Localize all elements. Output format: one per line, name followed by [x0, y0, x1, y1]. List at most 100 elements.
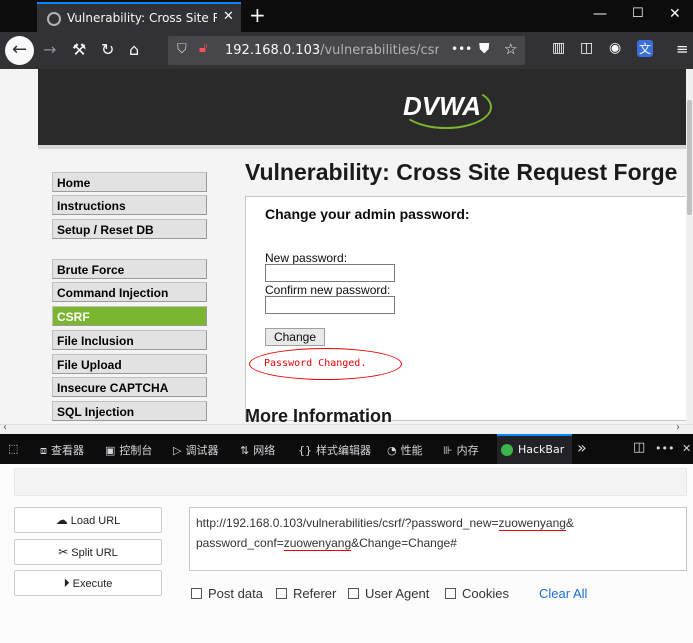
devtools-tab-memory[interactable]: ⊪ 内存 [443, 442, 479, 458]
dvwa-logo: DVWA [398, 83, 498, 133]
minimize-icon[interactable]: — [593, 6, 607, 22]
option-post-data[interactable]: Post data [191, 586, 263, 601]
reload-icon[interactable]: ↻ [101, 40, 114, 59]
menu-item-csrf[interactable]: CSRF [52, 306, 207, 326]
button-label: Split URL [71, 547, 118, 559]
navigation-toolbar: ← → ⚒ ↻ ⌂ ⛉ 🔓︎ 192.168.0.103/vulnerabili… [0, 32, 693, 69]
new-password-input[interactable] [265, 264, 395, 282]
memory-icon: ⊪ [443, 444, 453, 457]
clear-all-link[interactable]: Clear All [539, 586, 587, 601]
logo-text: DVWA [403, 91, 481, 121]
vertical-scroll-thumb[interactable] [687, 100, 692, 215]
translate-extension-icon[interactable]: 文 [637, 40, 654, 57]
split-url-button[interactable]: ✂ Split URL [14, 539, 162, 565]
checkbox[interactable] [348, 588, 359, 599]
url-bar[interactable]: ⛉ 🔓︎ 192.168.0.103/vulnerabilities/csrf/… [168, 36, 525, 65]
scroll-right-icon[interactable]: › [676, 422, 680, 433]
menu-item-file-upload[interactable]: File Upload [52, 354, 207, 374]
gauge-icon: ◔ [387, 444, 397, 457]
tab-label: 样式编辑器 [316, 444, 371, 457]
scroll-left-icon[interactable]: ‹ [3, 422, 7, 433]
devtools-tab-performance[interactable]: ◔ 性能 [387, 442, 423, 458]
sidebar-icon[interactable]: ◫ [580, 40, 593, 56]
home-icon[interactable]: ⌂ [129, 40, 139, 59]
csrf-form-box: Change your admin password: New password… [245, 196, 686, 421]
tab-label: 性能 [400, 444, 423, 457]
insecure-lock-icon[interactable]: 🔓︎ [199, 41, 207, 56]
library-icon[interactable]: ▥ [552, 40, 565, 56]
account-icon[interactable]: ◉ [609, 40, 621, 56]
forward-arrow-icon[interactable]: → [43, 40, 56, 59]
devtools-tab-style-editor[interactable]: {} 样式编辑器 [298, 442, 371, 458]
load-url-button[interactable]: ☁ Load URL [14, 507, 162, 533]
tab-overflow-icon[interactable]: » [577, 438, 587, 457]
checkbox[interactable] [191, 588, 202, 599]
menu-item-home[interactable]: Home [52, 172, 207, 192]
new-tab-button[interactable]: + [249, 3, 266, 27]
menu-item-command-injection[interactable]: Command Injection [52, 282, 207, 302]
maximize-icon[interactable]: ☐ [632, 6, 644, 21]
button-label: Load URL [70, 515, 121, 527]
url-line1-value: zuowenyang [498, 516, 566, 531]
bookmark-star-icon[interactable]: ☆ [504, 40, 517, 58]
url-line1-suffix: & [565, 516, 574, 530]
option-referer[interactable]: Referer [276, 586, 336, 601]
option-label: Post data [208, 586, 263, 601]
hackbar-icon [501, 444, 513, 456]
page-viewport: DVWA Home Instructions Setup / Reset DB … [0, 69, 686, 424]
page-actions-more-icon[interactable]: ••• [451, 42, 472, 56]
tab-label: 调试器 [185, 444, 219, 457]
checkbox[interactable] [276, 588, 287, 599]
menu-item-sql-injection[interactable]: SQL Injection [52, 401, 207, 421]
tab-strip: Vulnerability: Cross Site Requ ✕ + — ☐ ✕ [0, 0, 693, 32]
change-button[interactable]: Change [265, 328, 325, 346]
url-text[interactable]: 192.168.0.103/vulnerabilities/csrf/?p [225, 43, 439, 58]
tab-label: 网络 [253, 444, 276, 457]
option-label: Cookies [462, 586, 509, 601]
horizontal-scrollbar[interactable]: ‹ › [0, 422, 693, 434]
option-label: Referer [293, 586, 337, 601]
element-picker-icon[interactable]: ⬚ [8, 442, 18, 455]
more-information-heading: More Information [245, 406, 392, 424]
password-changed-message: Password Changed. [264, 358, 367, 369]
form-title: Change your admin password: [265, 206, 470, 222]
header-divider [38, 145, 686, 149]
tab-close-icon[interactable]: ✕ [223, 9, 234, 24]
menu-item-setup[interactable]: Setup / Reset DB [52, 219, 207, 239]
dvwa-header: DVWA [38, 69, 686, 145]
new-password-label: New password: [265, 251, 348, 265]
dock-side-icon[interactable]: ◫ [633, 440, 645, 455]
browser-tab-active[interactable]: Vulnerability: Cross Site Requ ✕ [37, 2, 241, 32]
devtools-more-icon[interactable]: ••• [655, 442, 674, 455]
menu-item-instructions[interactable]: Instructions [52, 195, 207, 215]
devtools-tab-hackbar[interactable]: HackBar [497, 434, 572, 464]
execute-button[interactable]: ⏵ Execute [14, 570, 162, 596]
devtools-tab-inspector[interactable]: ⧈ 查看器 [40, 442, 84, 458]
url-path: /vulnerabilities/csrf/?p [320, 43, 439, 58]
wrench-icon[interactable]: ⚒ [72, 40, 86, 59]
site-info-shield-icon[interactable]: ⛉ [177, 42, 187, 57]
pocket-icon[interactable]: ⛊ [479, 41, 490, 57]
page-title: Vulnerability: Cross Site Request Forge [245, 159, 678, 185]
tab-label: 控制台 [119, 444, 153, 457]
scissors-icon: ✂ [58, 545, 69, 559]
confirm-password-input[interactable] [265, 296, 395, 314]
back-arrow-icon[interactable]: ← [5, 36, 34, 65]
menu-item-file-inclusion[interactable]: File Inclusion [52, 330, 207, 350]
url-line2-value: zuowenyang [283, 536, 352, 551]
url-textarea[interactable]: http://192.168.0.103/vulnerabilities/csr… [189, 507, 687, 571]
url-line2-prefix: password_conf= [196, 536, 284, 550]
page-favicon-icon [47, 12, 61, 26]
devtools-tab-debugger[interactable]: ▷ 调试器 [173, 442, 218, 458]
option-cookies[interactable]: Cookies [445, 586, 509, 601]
hackbar-top-field[interactable] [14, 468, 687, 496]
checkbox[interactable] [445, 588, 456, 599]
devtools-tab-console[interactable]: ▣ 控制台 [105, 442, 152, 458]
menu-hamburger-icon[interactable]: ≡ [676, 40, 689, 58]
menu-item-insecure-captcha[interactable]: Insecure CAPTCHA [52, 377, 207, 397]
menu-item-brute-force[interactable]: Brute Force [52, 259, 207, 279]
window-close-icon[interactable]: ✕ [669, 6, 681, 22]
devtools-close-icon[interactable]: ✕ [682, 442, 691, 455]
devtools-tab-network[interactable]: ⇅ 网络 [240, 442, 275, 458]
option-user-agent[interactable]: User Agent [348, 586, 429, 601]
